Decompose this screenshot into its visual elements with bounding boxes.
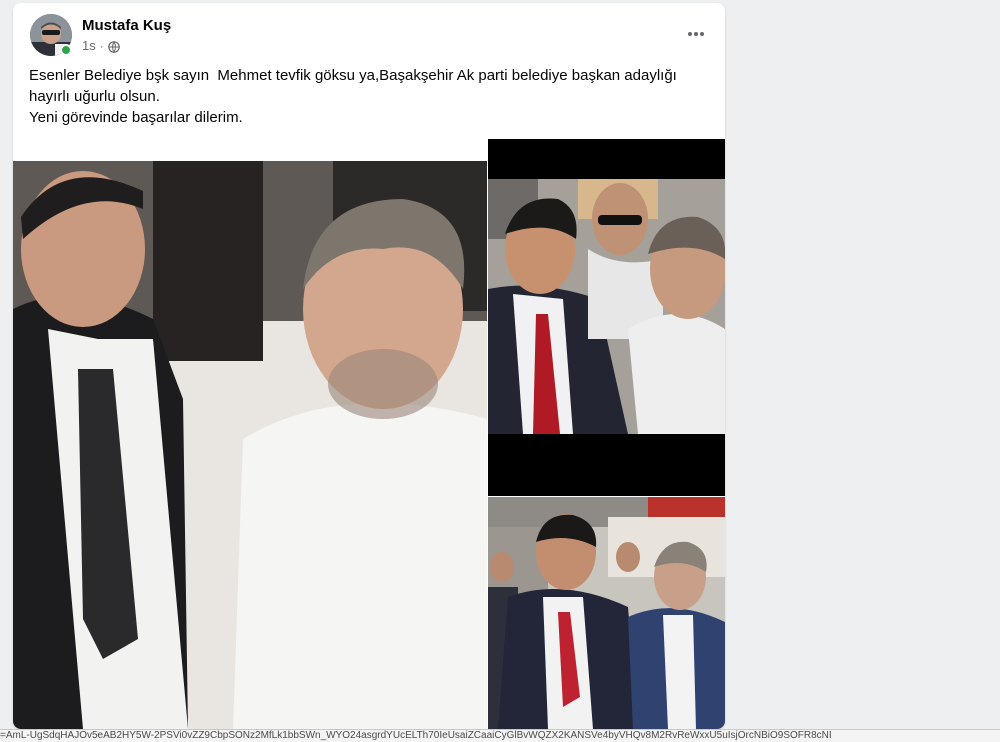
online-status-dot <box>60 44 72 56</box>
author-name[interactable]: Mustafa Kuş <box>82 17 171 34</box>
meta-separator: · <box>99 38 104 53</box>
photo-top-right[interactable] <box>488 139 725 496</box>
photo-grid <box>13 139 725 729</box>
post-meta: 1s · <box>82 38 120 53</box>
more-horizontal-icon <box>688 32 704 36</box>
photo-bottom-right[interactable] <box>488 497 725 729</box>
post-text-line-1: Esenler Belediye bşk sayın Mehmet tevfik… <box>29 67 677 84</box>
photo-large[interactable] <box>13 139 487 729</box>
post-time[interactable]: 1s <box>82 38 96 53</box>
post-text-line-2: hayırlı uğurlu olsun. <box>29 88 160 105</box>
more-options-button[interactable] <box>681 19 711 49</box>
post-header: Mustafa Kuş 1s · <box>13 3 725 63</box>
post-text-line-3: Yeni görevinde başarılar dilerim. <box>29 109 243 126</box>
globe-icon[interactable] <box>107 40 120 53</box>
post-text: Esenler Belediye bşk sayın Mehmet tevfik… <box>29 65 719 128</box>
post-card: Mustafa Kuş 1s · Esenler Belediye bşk sa… <box>13 3 725 729</box>
browser-status-url: =AmL-UgSdqHAJOv5eAB2HY5W-2PSVi0vZZ9CbpSO… <box>0 729 1000 742</box>
